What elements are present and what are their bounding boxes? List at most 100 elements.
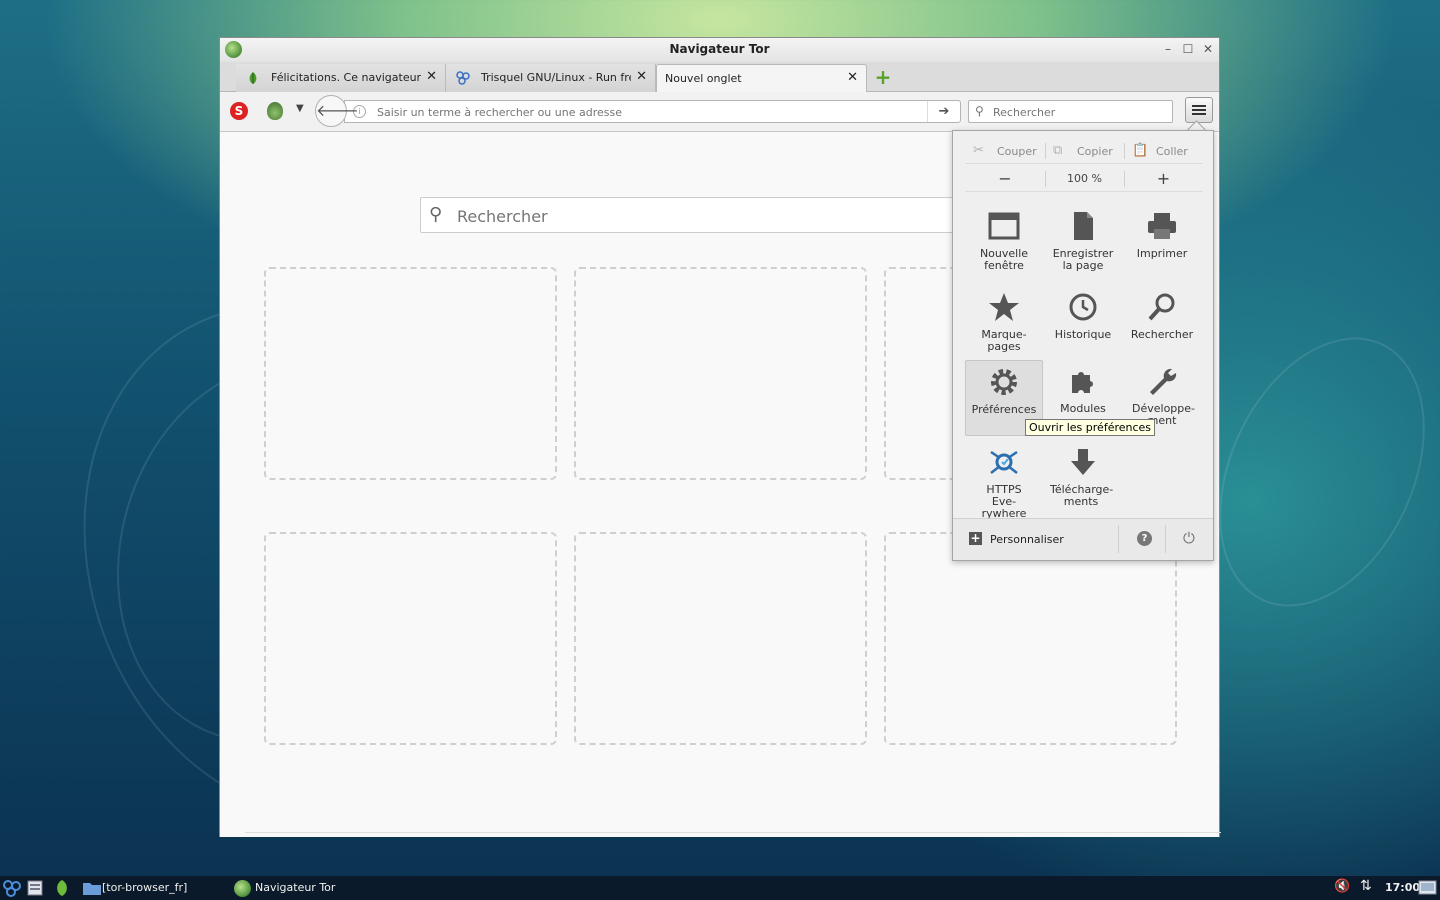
https-everywhere-icon	[990, 450, 1018, 474]
new-window-button[interactable]: Nouvelle fenêtre	[965, 205, 1043, 279]
gear-icon	[991, 369, 1017, 395]
tooltip: Ouvrir les préférences	[1025, 419, 1156, 436]
find-button[interactable]: Rechercher	[1123, 286, 1201, 360]
zoom-reset-button[interactable]: 100 %	[1045, 167, 1124, 191]
taskbar: [tor-browser_fr] Navigateur Tor 🔇 ⇅ 17:0…	[0, 876, 1440, 900]
customize-button[interactable]: Personnaliser	[990, 533, 1064, 546]
top-site-tile[interactable]	[574, 267, 867, 480]
plus-icon[interactable]: +	[969, 532, 982, 545]
show-desktop-icon[interactable]	[1418, 879, 1438, 897]
back-button[interactable]: 🡐	[315, 95, 359, 127]
cut-label: Couper	[997, 145, 1037, 158]
trisquel-menu-icon[interactable]	[2, 879, 22, 897]
leaf-icon	[249, 72, 257, 84]
taskbar-folder-label[interactable]: [tor-browser_fr]	[102, 881, 187, 894]
tab-trisquel[interactable]: Trisquel GNU/Linux - Run free! ✕	[446, 64, 656, 92]
zoom-controls: − 100 % +	[965, 167, 1203, 192]
tor-onion-icon[interactable]	[267, 102, 283, 120]
menu-item-label: Nouvelle fenêtre	[979, 247, 1029, 272]
zoom-out-button[interactable]: −	[965, 167, 1045, 191]
copy-icon: ⧉	[1053, 143, 1063, 158]
tab-label: Félicitations. Ce navigateur e...	[271, 71, 421, 84]
window-icon	[988, 212, 1020, 240]
scissors-icon: ✂	[973, 143, 984, 158]
menu-item-label: Enregistrer la page	[1052, 247, 1114, 272]
close-tab-icon[interactable]: ✕	[847, 70, 858, 85]
top-site-tile[interactable]	[264, 267, 557, 480]
copy-label: Copier	[1077, 145, 1113, 158]
close-tab-icon[interactable]: ✕	[426, 69, 437, 84]
title-bar[interactable]: Navigateur Tor – ☐ ✕	[220, 38, 1219, 62]
folder-icon	[83, 883, 101, 895]
menu-item-label: Historique	[1054, 328, 1112, 341]
tor-globe-icon	[234, 880, 251, 897]
menu-item-label: Télécharge-ments	[1050, 483, 1114, 508]
history-button[interactable]: Historique	[1044, 286, 1122, 360]
https-everywhere-button[interactable]: HTTPS Eve-rywhere	[965, 441, 1043, 520]
cut-button[interactable]: ✂ Couper	[965, 141, 1043, 161]
url-input[interactable]	[375, 103, 924, 121]
wrench-icon	[1150, 368, 1177, 395]
clock-icon	[1069, 293, 1097, 321]
star-icon	[989, 293, 1019, 321]
paste-label: Coller	[1156, 145, 1188, 158]
new-tab-button[interactable]: +	[871, 66, 895, 88]
menu-item-label: Marque-pages	[981, 328, 1027, 353]
edit-controls: ✂ Couper ⧉ Copier 📋 Coller	[965, 139, 1203, 164]
menu-footer: + Personnaliser ? ⏻	[953, 518, 1213, 560]
navigation-toolbar: S ▼ i ➔ 🡐 ⚲	[220, 92, 1219, 132]
page-search-box[interactable]: ⚲	[420, 197, 980, 233]
menu-item-label: Imprimer	[1136, 247, 1188, 260]
minimize-button[interactable]: –	[1160, 41, 1176, 57]
downloads-button[interactable]: Télécharge-ments	[1044, 441, 1122, 515]
volume-muted-icon[interactable]: 🔇	[1334, 879, 1350, 894]
top-site-tile[interactable]	[574, 532, 867, 745]
printer-icon	[1148, 213, 1176, 239]
leaf-icon[interactable]	[52, 879, 72, 897]
tab-label: Nouvel onglet	[665, 72, 742, 85]
menu-item-label: HTTPS Eve-rywhere	[981, 483, 1027, 520]
search-icon: ⚲	[429, 204, 443, 225]
clipboard-icon: 📋	[1132, 143, 1149, 158]
menu-item-label: Préférences	[971, 403, 1037, 416]
toolbar-search-input[interactable]	[991, 103, 1165, 121]
page-search-input[interactable]	[455, 204, 859, 228]
menu-button[interactable]	[1185, 97, 1213, 123]
paste-button[interactable]: 📋 Coller	[1124, 141, 1202, 161]
magnifier-icon	[1148, 293, 1175, 321]
hamburger-menu-panel: ✂ Couper ⧉ Copier 📋 Coller − 100 % + Nou…	[952, 130, 1214, 561]
search-icon: ⚲	[975, 104, 984, 118]
file-manager-icon[interactable]	[26, 879, 44, 897]
close-tab-icon[interactable]: ✕	[636, 69, 647, 84]
print-button[interactable]: Imprimer	[1123, 205, 1201, 279]
chevron-down-icon[interactable]: ▼	[296, 103, 304, 114]
url-bar[interactable]: i ➔	[344, 100, 961, 123]
puzzle-icon	[1072, 372, 1093, 393]
save-page-button[interactable]: Enregistrer la page	[1044, 205, 1122, 279]
tab-felicitations[interactable]: Félicitations. Ce navigateur e... ✕	[236, 64, 446, 92]
close-window-button[interactable]: ✕	[1200, 41, 1216, 57]
help-icon[interactable]: ?	[1137, 531, 1152, 546]
window-title: Navigateur Tor	[669, 42, 770, 56]
network-icon[interactable]: ⇅	[1360, 878, 1372, 894]
power-icon[interactable]: ⏻	[1183, 529, 1195, 547]
maximize-button[interactable]: ☐	[1180, 41, 1196, 57]
tab-strip: Félicitations. Ce navigateur e... ✕ Tris…	[220, 62, 1219, 92]
download-icon	[1071, 449, 1095, 475]
tab-label: Trisquel GNU/Linux - Run free!	[481, 71, 631, 84]
menu-item-label: Modules	[1060, 402, 1106, 415]
tab-nouvel-onglet[interactable]: Nouvel onglet ✕	[656, 64, 867, 92]
top-site-tile[interactable]	[264, 532, 557, 745]
noscript-icon[interactable]: S	[230, 102, 248, 120]
clock[interactable]: 17:00	[1385, 881, 1420, 894]
menu-item-label: Rechercher	[1130, 328, 1194, 341]
taskbar-window-label[interactable]: Navigateur Tor	[255, 881, 335, 894]
top-site-tile[interactable]	[884, 532, 1177, 745]
copy-button[interactable]: ⧉ Copier	[1045, 141, 1123, 161]
bookmarks-button[interactable]: Marque-pages	[965, 286, 1043, 360]
horizontal-scrollbar[interactable]	[245, 832, 1221, 837]
toolbar-search-box[interactable]: ⚲	[968, 100, 1173, 123]
go-arrow-icon[interactable]: ➔	[927, 101, 960, 122]
page-icon	[1074, 212, 1093, 240]
zoom-in-button[interactable]: +	[1124, 167, 1203, 191]
